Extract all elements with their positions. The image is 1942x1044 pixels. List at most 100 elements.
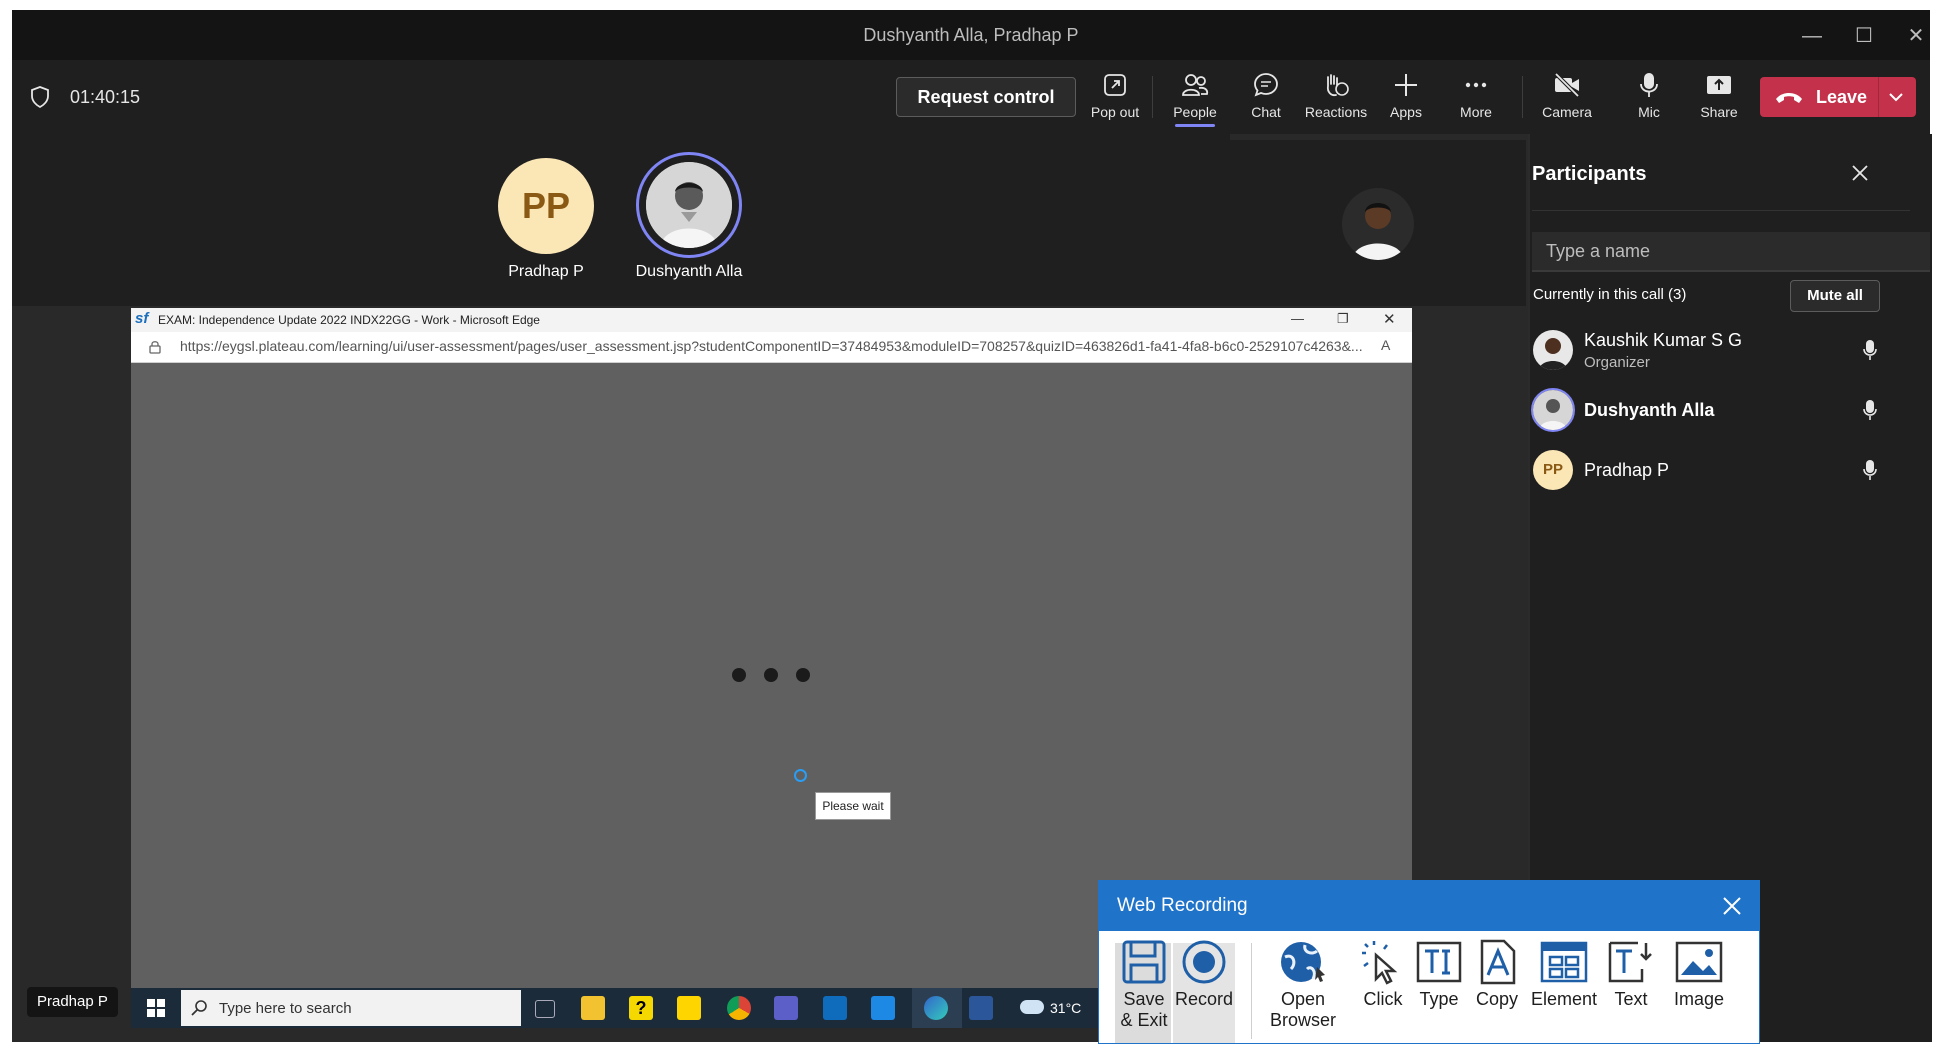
url-text: https://eygsl.plateau.com/learning/ui/us…: [180, 338, 1363, 354]
sticky-notes-icon[interactable]: [677, 996, 701, 1020]
minimize-icon[interactable]: —: [1291, 311, 1304, 326]
video-tile: [1230, 140, 1526, 306]
reactions-icon: [1326, 74, 1349, 97]
participant-search-placeholder: Type a name: [1546, 241, 1651, 261]
close-icon[interactable]: [1723, 897, 1741, 915]
avatar: [1342, 188, 1414, 260]
mic-icon: [1863, 400, 1877, 420]
mute-all-button[interactable]: Mute all: [1790, 280, 1880, 312]
reactions-label: Reactions: [1304, 104, 1368, 120]
teams-title-bar: Dushyanth Alla, Pradhap P — ☐ ✕: [12, 10, 1930, 60]
camera-off-icon: [1554, 72, 1580, 98]
chevron-down-icon[interactable]: [1888, 91, 1904, 103]
open-browser-button[interactable]: Open Browser: [1261, 939, 1345, 1031]
save-exit-button[interactable]: Save & Exit: [1117, 939, 1171, 1031]
address-bar[interactable]: https://eygsl.plateau.com/learning/ui/us…: [131, 332, 1412, 363]
element-grid-icon: [1540, 941, 1588, 983]
leave-button[interactable]: Leave: [1760, 77, 1916, 117]
help-icon[interactable]: ?: [629, 996, 653, 1020]
participant-strip: [12, 134, 1230, 306]
type-button[interactable]: Type: [1411, 939, 1467, 1010]
toolbar-divider: [1152, 76, 1153, 118]
chat-button[interactable]: Chat: [1234, 72, 1298, 120]
windows-start-icon[interactable]: [147, 999, 165, 1017]
restore-icon[interactable]: ❐: [1337, 311, 1349, 327]
teams-icon[interactable]: [774, 996, 798, 1020]
loading-dot: [796, 668, 810, 682]
mic-icon: [1863, 460, 1877, 480]
loading-dot: [732, 668, 746, 682]
apps-button[interactable]: Apps: [1374, 72, 1438, 120]
apps-label: Apps: [1390, 104, 1422, 120]
record-icon: [1182, 940, 1226, 984]
open-browser-label-line1: Open: [1280, 989, 1326, 1009]
avatar: PP: [1533, 450, 1573, 490]
taskbar-search-placeholder: Type here to search: [219, 1000, 352, 1017]
person-photo-icon: [1533, 330, 1573, 370]
request-control-button[interactable]: Request control: [896, 77, 1076, 117]
share-button[interactable]: Share: [1687, 72, 1751, 120]
chrome-icon[interactable]: [727, 996, 751, 1020]
people-icon: [1182, 74, 1209, 96]
type-label: Type: [1419, 989, 1459, 1009]
copy-label: Copy: [1475, 989, 1519, 1009]
more-button[interactable]: More: [1444, 72, 1508, 120]
element-button[interactable]: Element: [1527, 939, 1601, 1010]
maximize-icon[interactable]: ☐: [1844, 22, 1884, 50]
mic-icon: [1640, 73, 1658, 97]
chat-icon: [1254, 73, 1278, 97]
more-label: More: [1460, 104, 1492, 120]
participant-name: Pradhap P: [508, 263, 584, 280]
pop-out-button[interactable]: Pop out: [1083, 72, 1147, 120]
participant-search-input[interactable]: Type a name: [1532, 232, 1930, 272]
pop-out-label: Pop out: [1090, 104, 1140, 120]
mic-label: Mic: [1638, 104, 1660, 120]
plus-icon: [1395, 74, 1417, 96]
image-button[interactable]: Image: [1665, 939, 1733, 1010]
mic-icon: [1863, 340, 1877, 360]
minimize-icon[interactable]: —: [1792, 22, 1832, 50]
click-pointer-icon: [1362, 941, 1398, 985]
record-button[interactable]: Record: [1175, 939, 1233, 1010]
copy-button[interactable]: Copy: [1469, 939, 1525, 1010]
file-explorer-icon[interactable]: [581, 996, 605, 1020]
read-aloud-icon[interactable]: A: [1381, 337, 1390, 353]
image-icon: [1675, 941, 1723, 983]
text-field-icon: [1416, 941, 1462, 983]
image-label: Image: [1673, 989, 1725, 1009]
reactions-button[interactable]: Reactions: [1304, 72, 1368, 120]
in-call-section-label: Currently in this call (3): [1533, 286, 1687, 303]
presenter-label: Pradhap P: [27, 987, 118, 1017]
meeting-timer: 01:40:15: [70, 87, 141, 107]
close-icon[interactable]: ✕: [1896, 22, 1936, 50]
web-recording-header: Web Recording: [1099, 881, 1759, 931]
ribbon-divider: [1251, 943, 1252, 1039]
share-label: Share: [1700, 104, 1738, 120]
participant-name: Dushyanth Alla: [635, 263, 743, 280]
people-button[interactable]: People: [1163, 72, 1227, 127]
close-icon[interactable]: [1852, 165, 1868, 181]
close-icon[interactable]: ✕: [1383, 310, 1396, 328]
mic-button[interactable]: Mic: [1617, 72, 1681, 120]
shield-icon: [30, 86, 50, 113]
toolbar-divider: [1522, 76, 1523, 118]
outlook-icon[interactable]: [823, 996, 847, 1020]
leave-divider: [1878, 77, 1879, 117]
taskbar-search[interactable]: Type here to search: [181, 990, 521, 1026]
task-view-icon[interactable]: [535, 1000, 555, 1018]
cloud-icon: [1020, 1000, 1044, 1014]
people-label: People: [1173, 104, 1217, 120]
save-label-line1: Save: [1123, 989, 1165, 1009]
avatar: [646, 162, 732, 248]
word-icon[interactable]: [969, 996, 993, 1020]
edge-icon[interactable]: [924, 996, 948, 1020]
save-label-line2: & Exit: [1120, 1010, 1168, 1030]
person-photo-icon: [1342, 188, 1414, 260]
participant-name: Pradhap P: [1584, 460, 1670, 480]
app-s-icon[interactable]: [871, 996, 895, 1020]
people-active-indicator: [1175, 124, 1215, 127]
text-button[interactable]: Text: [1603, 939, 1659, 1010]
camera-button[interactable]: Camera: [1535, 72, 1599, 120]
click-button[interactable]: Click: [1355, 939, 1411, 1010]
edge-title-bar: sf EXAM: Independence Update 2022 INDX22…: [131, 308, 1412, 332]
